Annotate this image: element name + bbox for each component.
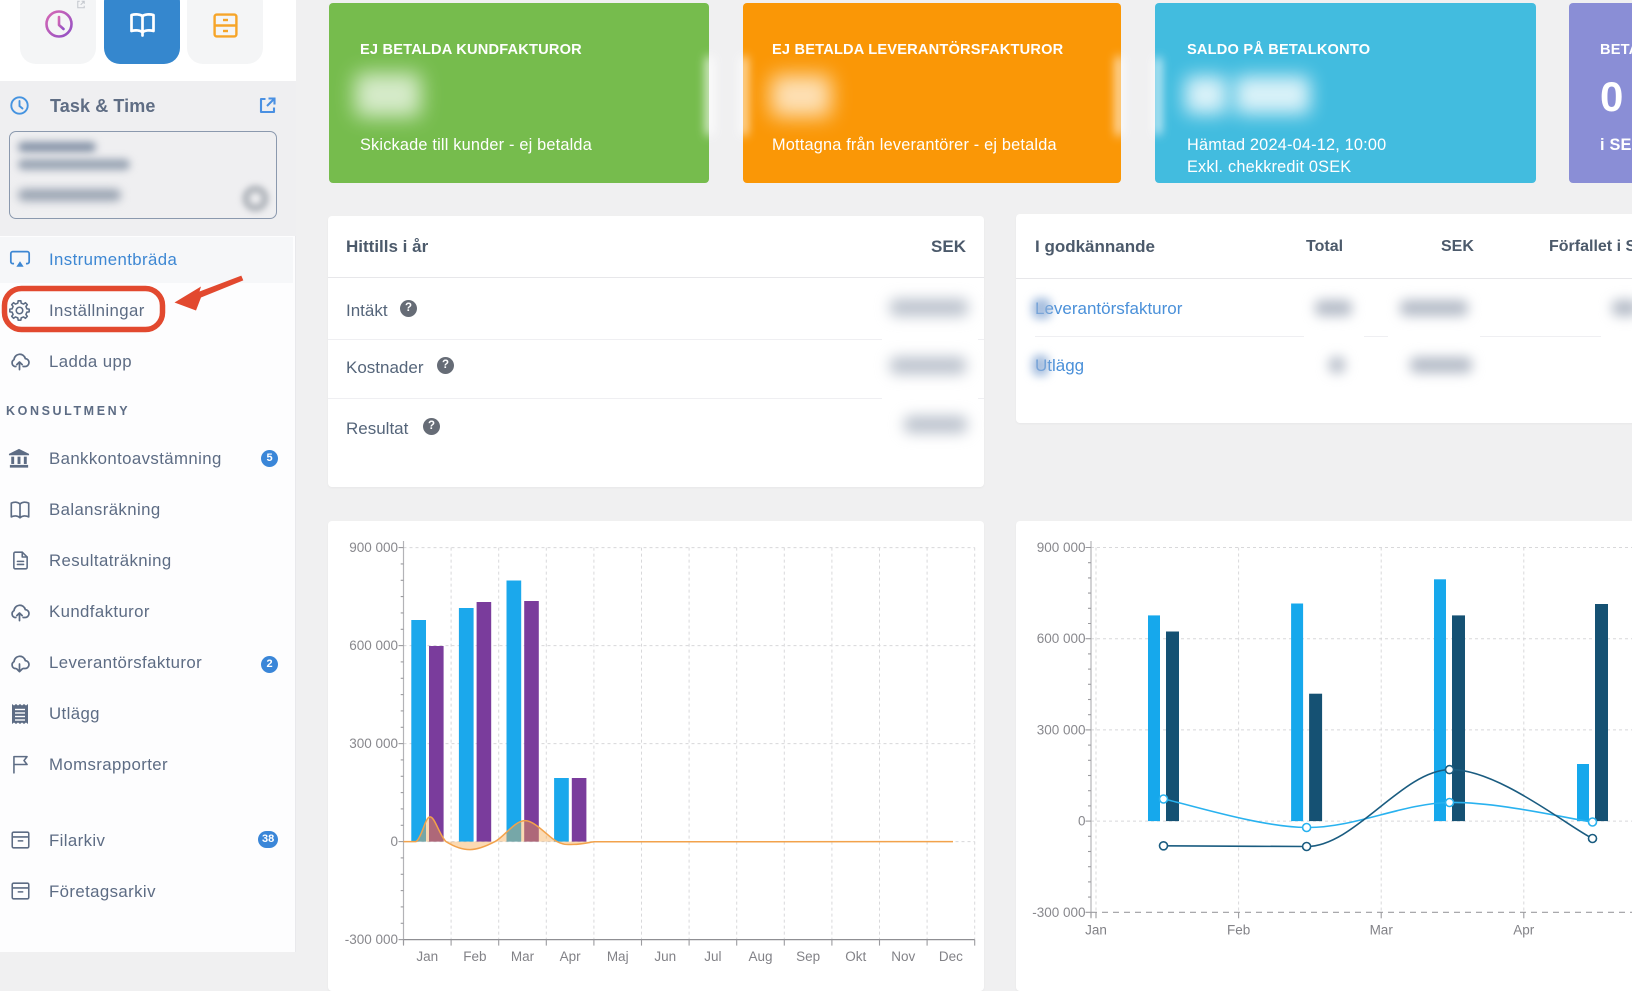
svg-text:Feb: Feb: [1227, 923, 1250, 938]
svg-text:600 000: 600 000: [349, 638, 398, 653]
svg-text:Dec: Dec: [939, 949, 963, 964]
svg-text:Mar: Mar: [511, 949, 535, 964]
svg-text:-300 000: -300 000: [345, 932, 398, 947]
svg-text:Okt: Okt: [845, 949, 866, 964]
svg-text:Apr: Apr: [1513, 923, 1535, 938]
svg-text:0: 0: [390, 834, 398, 849]
svg-text:300 000: 300 000: [349, 736, 398, 751]
svg-text:Feb: Feb: [463, 949, 486, 964]
svg-text:Maj: Maj: [607, 949, 629, 964]
svg-text:Jan: Jan: [416, 949, 438, 964]
svg-text:300 000: 300 000: [1037, 722, 1086, 737]
svg-text:Jul: Jul: [704, 949, 721, 964]
svg-text:-300 000: -300 000: [1032, 905, 1085, 920]
svg-text:Aug: Aug: [748, 949, 772, 964]
svg-text:Apr: Apr: [560, 949, 582, 964]
svg-text:Sep: Sep: [796, 949, 820, 964]
svg-text:Jun: Jun: [654, 949, 676, 964]
svg-text:900 000: 900 000: [349, 540, 398, 555]
svg-text:900 000: 900 000: [1037, 540, 1086, 555]
svg-text:0: 0: [1078, 814, 1086, 829]
svg-text:Mar: Mar: [1370, 923, 1394, 938]
svg-text:Jan: Jan: [1085, 923, 1107, 938]
svg-text:600 000: 600 000: [1037, 631, 1086, 646]
svg-text:Nov: Nov: [891, 949, 915, 964]
